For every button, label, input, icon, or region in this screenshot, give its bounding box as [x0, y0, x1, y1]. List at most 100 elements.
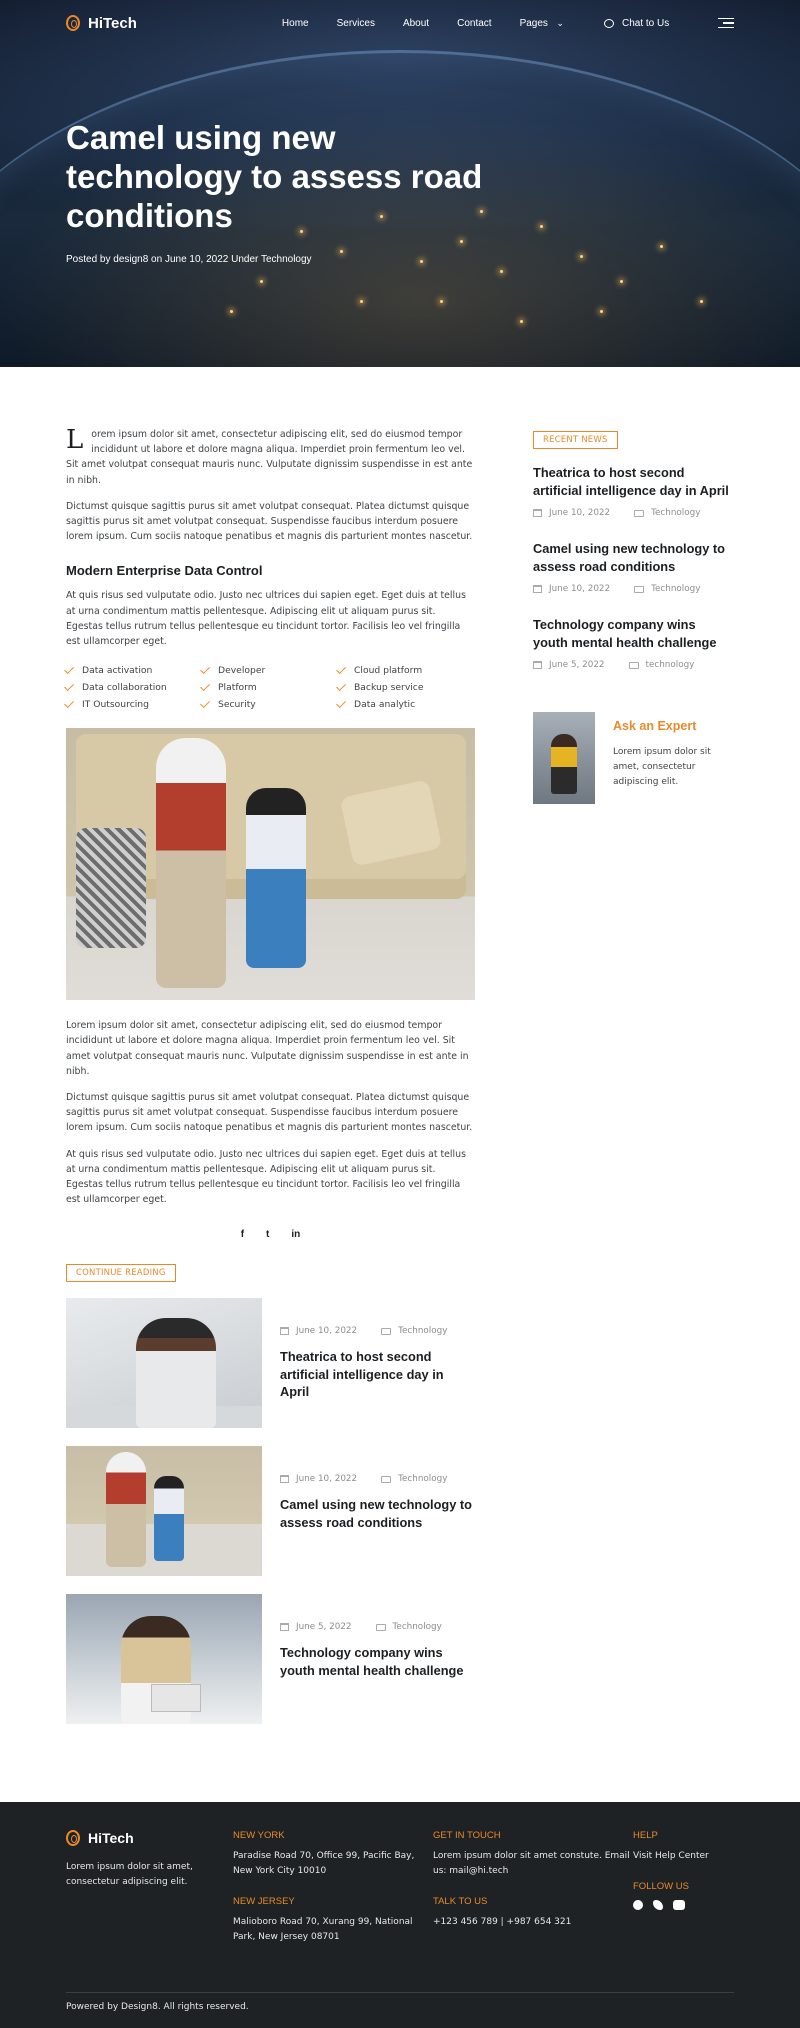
phone-numbers[interactable]: +123 456 789 | +987 654 321 — [433, 1915, 633, 1930]
fingerprint-icon — [66, 1830, 80, 1847]
post-category[interactable]: Technology — [381, 1474, 447, 1484]
copyright: Powered by Design8. All rights reserved. — [66, 2002, 249, 2013]
folder-icon — [381, 1475, 392, 1483]
post-date: June 10, 2022 — [280, 1326, 357, 1336]
post-category[interactable]: Technology — [381, 1326, 447, 1336]
post-date: June 5, 2022 — [280, 1622, 352, 1632]
feature-item: Platform — [200, 681, 338, 693]
continue-reading-label: CONTINUE READING — [66, 1264, 176, 1283]
feature-item: Security — [200, 698, 338, 710]
post-thumbnail[interactable] — [66, 1298, 262, 1429]
article-paragraph: Lorem ipsum dolor sit amet, consectetur … — [66, 1020, 469, 1077]
footer-divider — [66, 1992, 734, 1994]
twitter-icon[interactable]: t — [266, 1229, 269, 1240]
post-category[interactable]: technology — [628, 660, 694, 670]
article-paragraph: At quis risus sed vulputate odio. Justo … — [66, 1148, 466, 1206]
expert-heading[interactable]: Ask an Expert — [613, 719, 729, 733]
feature-item: Cloud platform — [336, 664, 468, 676]
news-title[interactable]: Theatrica to host second artificial inte… — [533, 464, 729, 499]
dropcap: L — [66, 425, 84, 455]
recent-news-label: RECENT NEWS — [533, 431, 618, 449]
youtube-icon[interactable] — [673, 1900, 685, 1911]
site-logo[interactable]: HiTech — [66, 15, 137, 32]
talk-to-us-heading: TALK TO US — [433, 1896, 488, 1908]
check-icon — [64, 698, 75, 709]
hero-banner: HiTech Home Services About Contact Pages… — [0, 0, 800, 367]
post-meta: Posted by design8 on June 10, 2022 Under… — [66, 254, 312, 265]
site-footer: HiTech Lorem ipsum dolor sit amet, conse… — [0, 1802, 800, 2028]
check-icon — [200, 664, 211, 675]
related-post[interactable]: June 10, 2022 Technology Theatrica to ho… — [66, 1298, 475, 1429]
calendar-icon — [533, 585, 542, 593]
feature-item: Data collaboration — [64, 681, 202, 693]
twitter-icon[interactable] — [653, 1900, 663, 1911]
related-post[interactable]: June 5, 2022 Technology Technology compa… — [66, 1594, 475, 1725]
follow-us-heading: FOLLOW US — [633, 1881, 689, 1893]
nav-home[interactable]: Home — [282, 18, 309, 29]
nav-about[interactable]: About — [403, 18, 429, 29]
facebook-icon[interactable]: f — [241, 1229, 244, 1240]
recent-news-item[interactable]: Technology company wins youth mental hea… — [533, 616, 729, 670]
folder-icon — [375, 1623, 386, 1631]
post-thumbnail[interactable] — [66, 1446, 262, 1577]
check-icon — [200, 698, 211, 709]
feature-list: Data activation Developer Cloud platform… — [64, 664, 475, 710]
calendar-icon — [280, 1623, 289, 1632]
get-in-touch-heading: GET IN TOUCH — [433, 1830, 501, 1842]
feature-item: IT Outsourcing — [64, 698, 202, 710]
feature-item: Developer — [200, 664, 338, 676]
recent-news-item[interactable]: Theatrica to host second artificial inte… — [533, 464, 729, 518]
post-category[interactable]: Technology — [375, 1622, 442, 1632]
help-center-link[interactable]: Visit Help Center — [633, 1849, 733, 1864]
news-title[interactable]: Technology company wins youth mental hea… — [533, 616, 729, 651]
check-icon — [200, 681, 211, 692]
nav-pages[interactable]: Pages — [520, 18, 564, 29]
folder-icon — [634, 509, 645, 517]
nav-contact[interactable]: Contact — [457, 18, 491, 29]
hamburger-menu-icon[interactable] — [718, 17, 734, 29]
footer-about: Lorem ipsum dolor sit amet, consectetur … — [66, 1862, 193, 1888]
post-date: June 10, 2022 — [533, 584, 610, 594]
recent-news-item[interactable]: Camel using new technology to assess roa… — [533, 540, 729, 594]
facebook-icon[interactable] — [633, 1900, 643, 1911]
ask-expert-card: Ask an Expert Lorem ipsum dolor sit amet… — [533, 712, 729, 804]
chat-button[interactable]: Chat to Us — [603, 18, 669, 29]
article-paragraph: Lorem ipsum dolor sit amet, consectetur … — [66, 425, 473, 486]
section-heading: Modern Enterprise Data Control — [66, 563, 263, 579]
post-title[interactable]: Theatrica to host second artificial inte… — [280, 1348, 475, 1401]
post-title[interactable]: Camel using new technology to assess roa… — [280, 1496, 475, 1531]
linkedin-icon[interactable]: in — [291, 1229, 300, 1240]
folder-icon — [628, 661, 639, 669]
top-nav: HiTech Home Services About Contact Pages… — [0, 0, 800, 46]
folder-icon — [381, 1327, 392, 1335]
new-jersey-heading: NEW JERSEY — [233, 1896, 295, 1908]
sidebar: RECENT NEWS Theatrica to host second art… — [533, 427, 729, 1742]
folder-icon — [634, 585, 645, 593]
post-category[interactable]: Technology — [634, 584, 700, 594]
nav-links: Home Services About Contact Pages — [282, 18, 592, 29]
related-posts: June 10, 2022 Technology Theatrica to ho… — [66, 1298, 475, 1725]
footer-logo[interactable]: HiTech — [66, 1830, 233, 1847]
check-icon — [64, 664, 75, 675]
help-heading: HELP — [633, 1830, 658, 1842]
share-links: f t in — [66, 1229, 475, 1240]
nav-services[interactable]: Services — [337, 18, 375, 29]
news-title[interactable]: Camel using new technology to assess roa… — [533, 540, 729, 575]
check-icon — [64, 681, 75, 692]
feature-item: Data activation — [64, 664, 202, 676]
post-date: June 10, 2022 — [280, 1474, 357, 1484]
fingerprint-icon — [66, 15, 80, 31]
check-icon — [336, 698, 347, 709]
feature-item: Data analytic — [336, 698, 468, 710]
chat-bubble-icon — [603, 18, 614, 28]
post-thumbnail[interactable] — [66, 1594, 262, 1725]
new-york-address: Paradise Road 70, Office 99, Pacific Bay… — [233, 1851, 415, 1877]
related-post[interactable]: June 10, 2022 Technology Camel using new… — [66, 1446, 475, 1577]
contact-email[interactable]: Lorem ipsum dolor sit amet constute. Ema… — [433, 1849, 633, 1879]
article-paragraph: At quis risus sed vulputate odio. Justo … — [66, 590, 466, 648]
post-category[interactable]: Technology — [634, 508, 700, 518]
new-york-heading: NEW YORK — [233, 1830, 285, 1842]
expert-text: Lorem ipsum dolor sit amet, consectetur … — [613, 747, 711, 787]
post-title[interactable]: Technology company wins youth mental hea… — [280, 1644, 475, 1679]
main-content: Lorem ipsum dolor sit amet, consectetur … — [0, 427, 800, 1742]
